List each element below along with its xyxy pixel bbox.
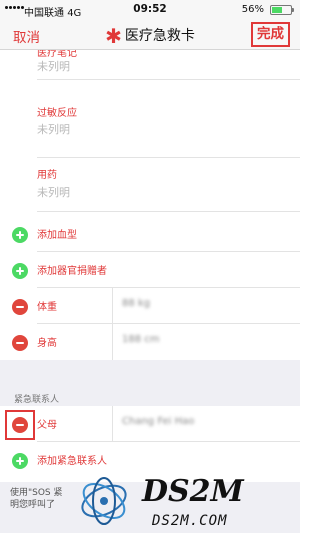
watermark-logo: DS2M DS2M.COM (81, 474, 245, 529)
contact-name[interactable]: Chang Fei Hao (122, 416, 194, 427)
add-organ-donor-row[interactable]: 添加器官捐赠者 (0, 252, 300, 288)
weight-value[interactable]: 88 kg (122, 298, 150, 309)
height-label: 身高 (37, 338, 57, 349)
done-highlight-spacer (252, 22, 292, 48)
status-bar: 中国联通 4G 09:52 56% (0, 0, 300, 20)
allergies-field[interactable]: 过敏反应 未列明 (37, 80, 300, 158)
remove-icon[interactable] (12, 299, 28, 315)
highlight-box (5, 410, 35, 440)
field-value: 未列明 (37, 123, 70, 136)
watermark-url-text: DS2M.COM (151, 513, 227, 529)
weight-label: 体重 (37, 302, 57, 313)
add-icon[interactable] (12, 263, 28, 279)
weight-row[interactable]: 体重 88 kg (0, 288, 300, 324)
medical-star-icon: ✱ (105, 24, 122, 48)
medications-field[interactable]: 用药 未列明 (37, 158, 300, 212)
remove-icon[interactable] (12, 335, 28, 351)
field-label: 用药 (37, 170, 57, 181)
battery-icon (270, 5, 294, 15)
add-blood-type-row[interactable]: 添加血型 (0, 216, 300, 252)
watermark-logo-text: DS2M (141, 474, 245, 509)
sos-note: 使用"SOS 紧 明您呼叫了 (10, 488, 63, 510)
field-value: 未列明 (37, 60, 70, 73)
height-row[interactable]: 身高 188 cm (0, 324, 300, 360)
medical-id-form: 医疗笔记 未列明 过敏反应 未列明 用药 未列明 添加血型 添加器官捐赠者 体重… (0, 50, 300, 533)
add-organ-donor-label: 添加器官捐赠者 (37, 266, 107, 277)
field-value: 未列明 (37, 186, 70, 199)
height-value[interactable]: 188 cm (122, 334, 160, 345)
add-blood-type-label: 添加血型 (37, 230, 77, 241)
emergency-contacts-header: 紧急联系人 (0, 360, 300, 406)
emergency-contact-row[interactable]: 父母 Chang Fei Hao (0, 406, 300, 442)
contact-relationship: 父母 (37, 420, 57, 431)
add-emergency-contact-label: 添加紧急联系人 (37, 456, 107, 467)
page-title: 医疗急救卡 (124, 28, 195, 44)
add-icon[interactable] (12, 453, 28, 469)
medical-notes-field[interactable]: 医疗笔记 未列明 (37, 50, 300, 80)
battery-percentage: 56% (241, 4, 264, 15)
section-title: 紧急联系人 (14, 395, 60, 405)
field-label: 过敏反应 (37, 108, 77, 119)
add-icon[interactable] (12, 227, 28, 243)
